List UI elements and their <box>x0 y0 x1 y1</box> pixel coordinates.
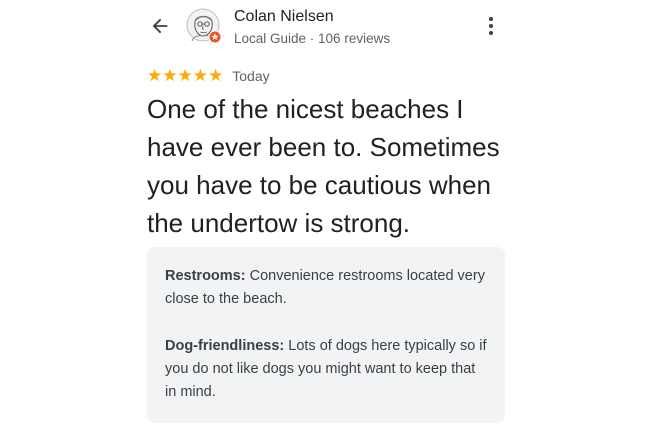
rating-row: ★ ★ ★ ★ ★ Today <box>147 67 270 85</box>
star-icon: ★ <box>192 66 208 86</box>
star-icon: ★ <box>208 66 224 86</box>
reviewer-meta: Local Guide · 106 reviews <box>234 31 391 46</box>
attribute-dog-friendliness: Dog-friendliness: Lots of dogs here typi… <box>165 335 487 404</box>
attribute-restrooms: Restrooms: Convenience restrooms located… <box>165 265 487 311</box>
star-icon: ★ <box>177 66 193 86</box>
local-guide-badge-icon <box>208 30 222 49</box>
back-button[interactable] <box>146 14 174 42</box>
arrow-back-icon[interactable] <box>149 15 171 42</box>
review-date: Today <box>232 68 270 84</box>
star-rating: ★ ★ ★ ★ ★ <box>147 67 223 85</box>
attribute-label: Restrooms: <box>165 268 246 284</box>
attribute-label: Dog-friendliness: <box>165 338 285 354</box>
avatar[interactable] <box>186 8 222 44</box>
reviewer-name[interactable]: Colan Nielsen <box>234 8 334 26</box>
star-icon: ★ <box>162 66 178 86</box>
review-attributes-card: Restrooms: Convenience restrooms located… <box>147 247 505 423</box>
more-vert-icon[interactable] <box>489 17 493 21</box>
more-options-button[interactable] <box>478 12 504 40</box>
star-icon: ★ <box>147 66 163 86</box>
review-text: One of the nicest beaches I have ever be… <box>147 94 500 238</box>
